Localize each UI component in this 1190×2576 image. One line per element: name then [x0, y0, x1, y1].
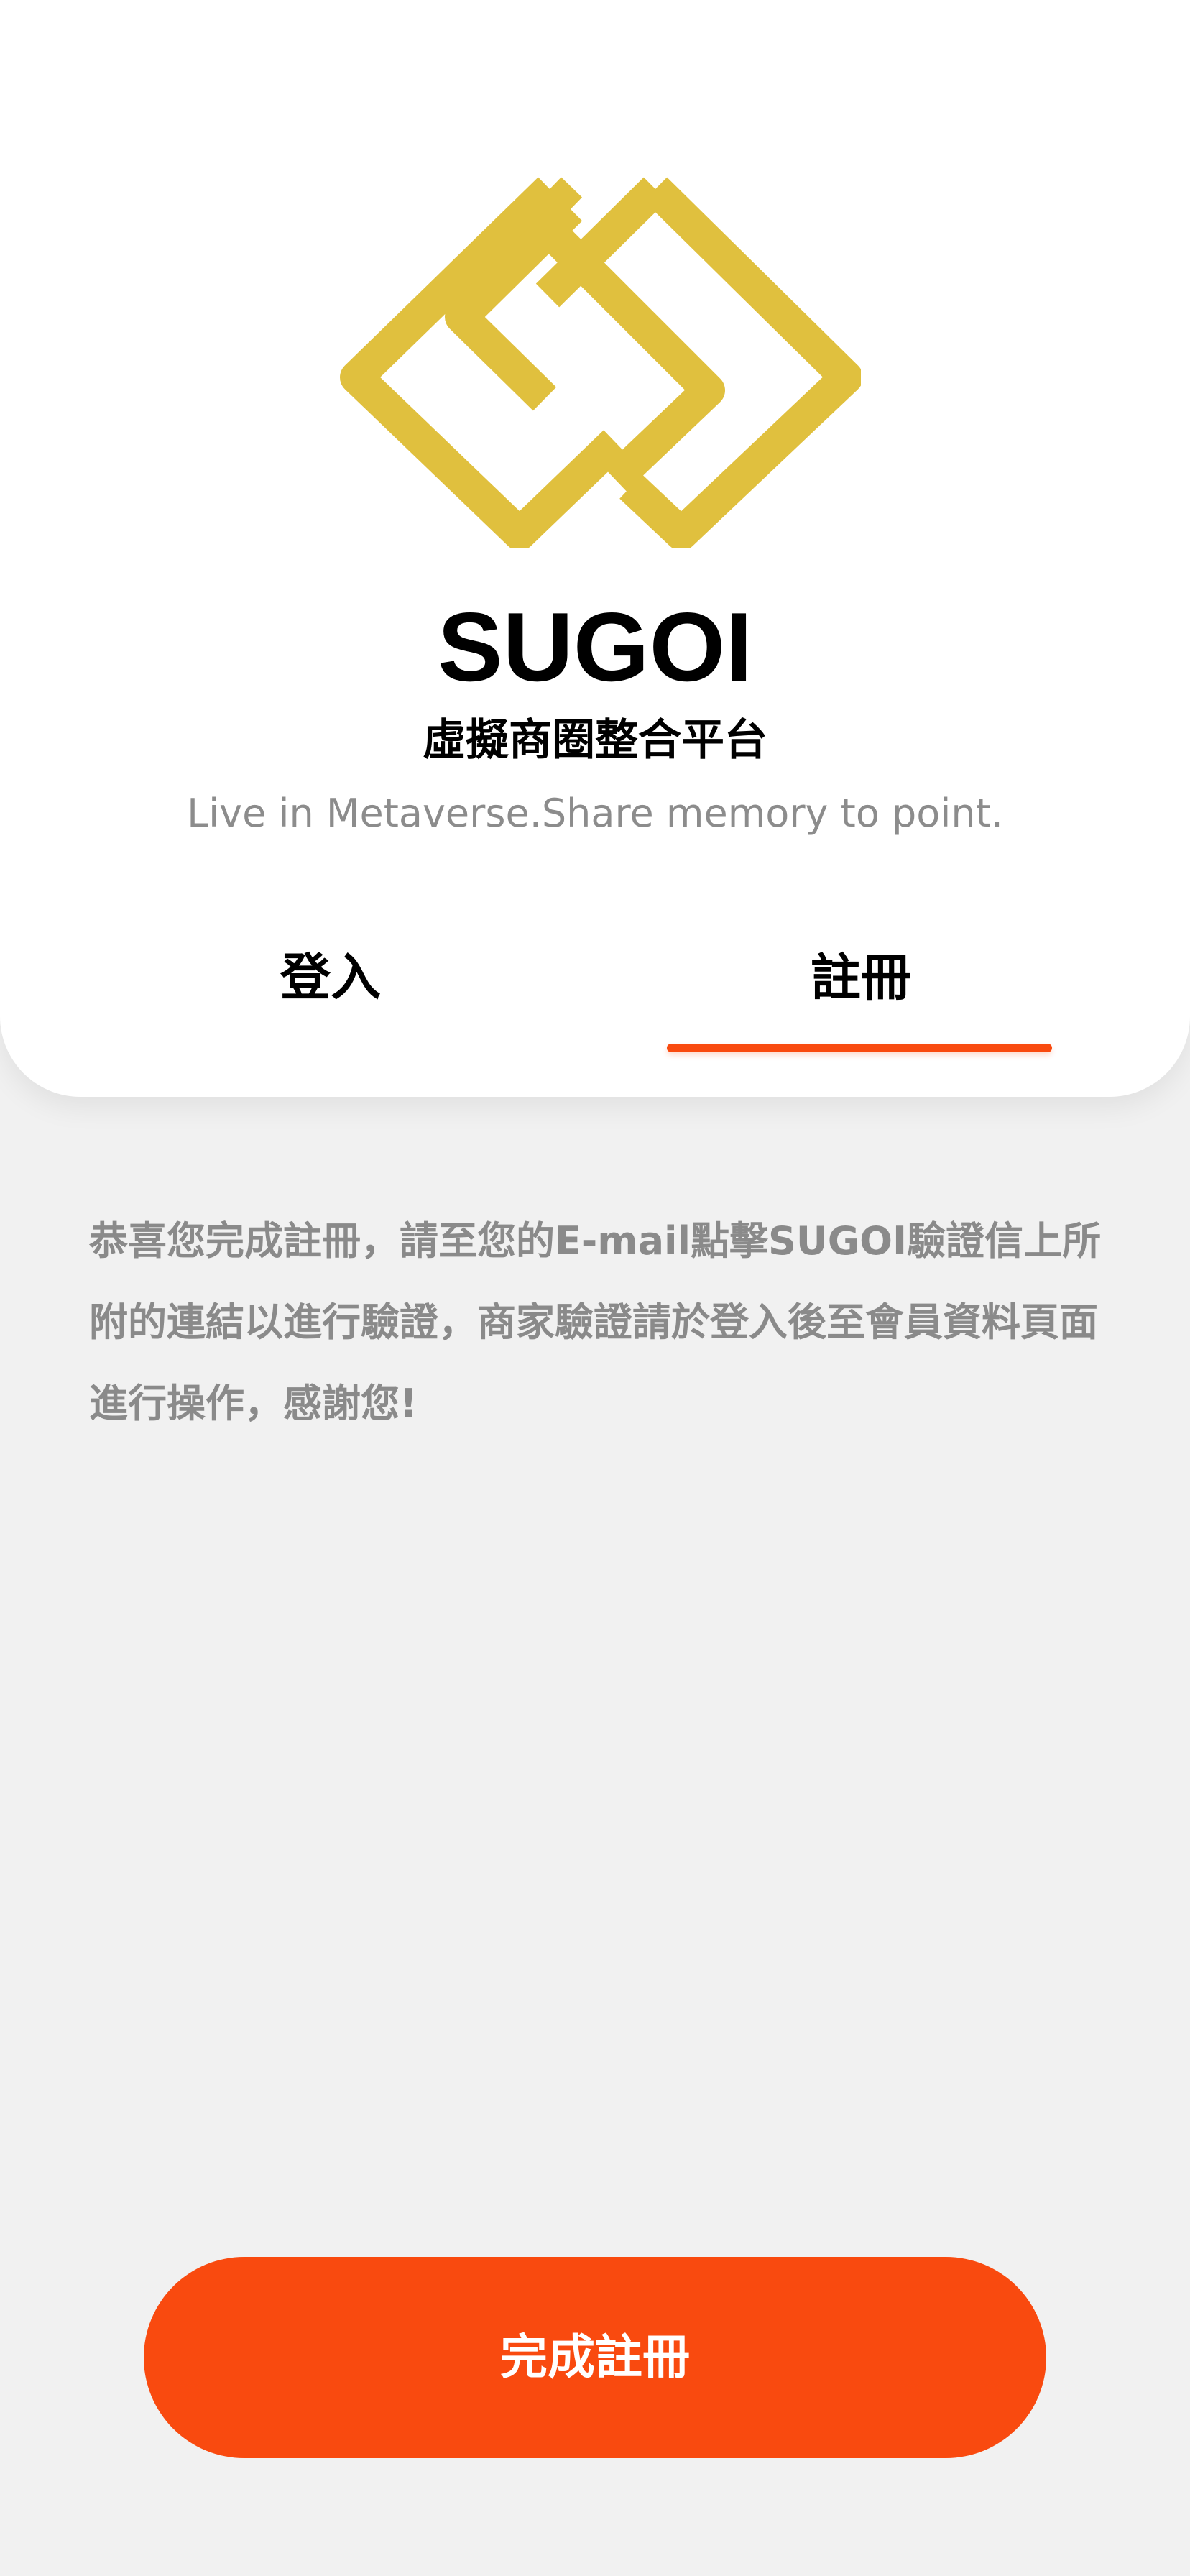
brand-slogan: Live in Metaverse.Share memory to point. [187, 791, 1003, 836]
registration-success-message: 恭喜您完成註冊，請至您的E-mail點擊SUGOI驗證信上所附的連結以進行驗證，… [89, 1218, 1102, 1426]
brand-name: SUGOI [437, 592, 753, 702]
active-tab-indicator [667, 1044, 1052, 1052]
brand-subtitle: 虛擬商圈整合平台 [423, 715, 767, 765]
registration-complete-screen: SUGOI 虛擬商圈整合平台 Live in Metaverse.Share m… [0, 0, 1190, 2576]
tab-login[interactable]: 登入 [137, 938, 525, 1017]
tab-register[interactable]: 註冊 [667, 938, 1055, 1017]
sugoi-logo-icon [329, 155, 861, 548]
complete-registration-button[interactable]: 完成註冊 [144, 2257, 1046, 2458]
header-card: SUGOI 虛擬商圈整合平台 Live in Metaverse.Share m… [0, 0, 1190, 1097]
